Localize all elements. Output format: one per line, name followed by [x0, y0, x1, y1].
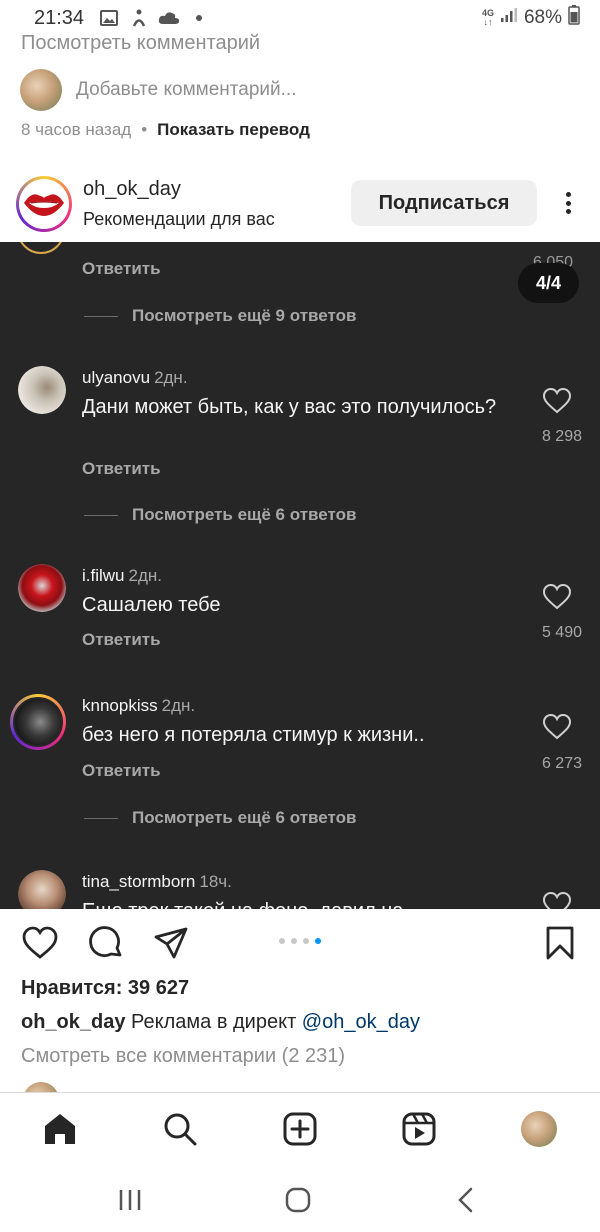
post-caption: oh_ok_day Реклама в директ @oh_ok_day: [21, 1011, 420, 1034]
home-button-icon[interactable]: [280, 1182, 316, 1218]
like-count: 6 273: [541, 755, 582, 772]
show-translation-link[interactable]: Показать перевод: [157, 120, 310, 140]
like-count: 8 298: [541, 428, 582, 445]
home-icon[interactable]: [42, 1111, 78, 1147]
create-post-icon[interactable]: [282, 1111, 318, 1147]
profile-avatar[interactable]: [521, 1111, 557, 1147]
comment-text: Дани может быть, как у вас это получилос…: [82, 396, 497, 418]
likes-count[interactable]: Нравится: 39 627: [21, 977, 189, 1000]
caption-text: Реклама в директ: [131, 1011, 297, 1033]
comment-text: без него я потеряла стимур к жизни..: [82, 724, 425, 746]
post-subtitle: Рекомендации для вас: [83, 209, 275, 229]
heart-icon[interactable]: [543, 388, 571, 414]
accessibility-icon: [128, 8, 150, 28]
view-more-replies[interactable]: Посмотреть ещё 9 ответов: [84, 306, 356, 326]
add-comment-placeholder[interactable]: Добавьте комментарий...: [76, 79, 296, 101]
view-more-label: Посмотреть ещё 6 ответов: [132, 808, 357, 827]
like-count: 5 490: [541, 624, 582, 641]
back-icon[interactable]: [448, 1182, 484, 1218]
status-time: 21:34: [34, 6, 85, 29]
avatar[interactable]: [18, 564, 66, 612]
avatar[interactable]: [18, 366, 66, 414]
avatar: [20, 69, 62, 111]
heart-icon[interactable]: [543, 892, 571, 909]
view-more-label: Посмотреть ещё 9 ответов: [132, 306, 357, 325]
reply-link[interactable]: Ответить: [82, 259, 161, 279]
comment-text: Сашалею тебе: [82, 594, 221, 616]
view-more-label: Посмотреть ещё 6 ответов: [132, 505, 357, 524]
caption-mention[interactable]: @oh_ok_day: [302, 1011, 420, 1033]
system-nav-bar: [0, 1164, 600, 1232]
caption-username[interactable]: oh_ok_day: [21, 1011, 125, 1033]
view-more-replies[interactable]: Посмотреть ещё 6 ответов: [84, 808, 356, 828]
like-heart-icon[interactable]: [22, 925, 58, 961]
battery-icon: [568, 5, 580, 31]
battery-level: 68%: [523, 7, 562, 28]
follow-button[interactable]: Подписаться: [351, 180, 537, 226]
carousel-counter: 4/4: [518, 263, 579, 303]
comment-author[interactable]: i.filwu 2дн.: [82, 566, 162, 586]
post-meta: 8 часов назад • Показать перевод: [21, 120, 310, 140]
share-icon[interactable]: [153, 925, 189, 961]
carousel-indicator: [279, 938, 321, 944]
heart-icon[interactable]: [543, 584, 571, 610]
view-comments-link[interactable]: Посмотреть комментарий: [21, 32, 260, 55]
comment-author[interactable]: tina_stormborn 18ч.: [82, 872, 232, 892]
recent-apps-icon[interactable]: [112, 1182, 148, 1218]
gallery-icon: [98, 8, 120, 28]
reels-icon[interactable]: [401, 1111, 437, 1147]
more-options-icon[interactable]: [558, 188, 578, 218]
view-all-comments-link[interactable]: Смотреть все комментарии (2 231): [21, 1045, 345, 1068]
reply-link[interactable]: Ответить: [82, 630, 161, 650]
post-username[interactable]: oh_ok_day: [83, 178, 181, 201]
reply-link[interactable]: Ответить: [82, 459, 161, 479]
avatar[interactable]: [10, 694, 66, 750]
reply-link[interactable]: Ответить: [82, 761, 161, 781]
add-comment-row[interactable]: Добавьте комментарий...: [20, 69, 296, 111]
bottom-nav: [0, 1092, 600, 1164]
lips-logo-icon: [22, 182, 66, 226]
cloud-icon: [158, 8, 180, 28]
signal-icon: [500, 7, 518, 29]
status-bar: 21:34 4G ↓↑ 68%: [0, 0, 600, 36]
view-more-replies[interactable]: Посмотреть ещё 6 ответов: [84, 505, 356, 525]
meta-separator: •: [141, 120, 148, 139]
search-icon[interactable]: [162, 1111, 198, 1147]
post-time: 8 часов назад: [21, 120, 132, 139]
network-type: 4G ↓↑: [481, 8, 494, 27]
comment-author[interactable]: knnopkiss 2дн.: [82, 696, 195, 716]
comment-author[interactable]: ulyanovu 2дн.: [82, 368, 188, 388]
bookmark-icon[interactable]: [542, 925, 578, 961]
avatar: [17, 242, 65, 254]
post-actions: [0, 909, 600, 975]
comment-text: Еще трек такой на фоне, давил на: [82, 898, 502, 909]
heart-icon[interactable]: [543, 714, 571, 740]
notification-dot-icon: [188, 8, 210, 28]
comment-icon[interactable]: [88, 925, 124, 961]
avatar[interactable]: [18, 870, 66, 909]
post-header: oh_ok_day Рекомендации для вас Подписать…: [0, 168, 600, 242]
post-media[interactable]: 4/4 6 050 Ответить Посмотреть ещё 9 отве…: [0, 242, 600, 909]
brand-avatar[interactable]: [16, 176, 72, 232]
